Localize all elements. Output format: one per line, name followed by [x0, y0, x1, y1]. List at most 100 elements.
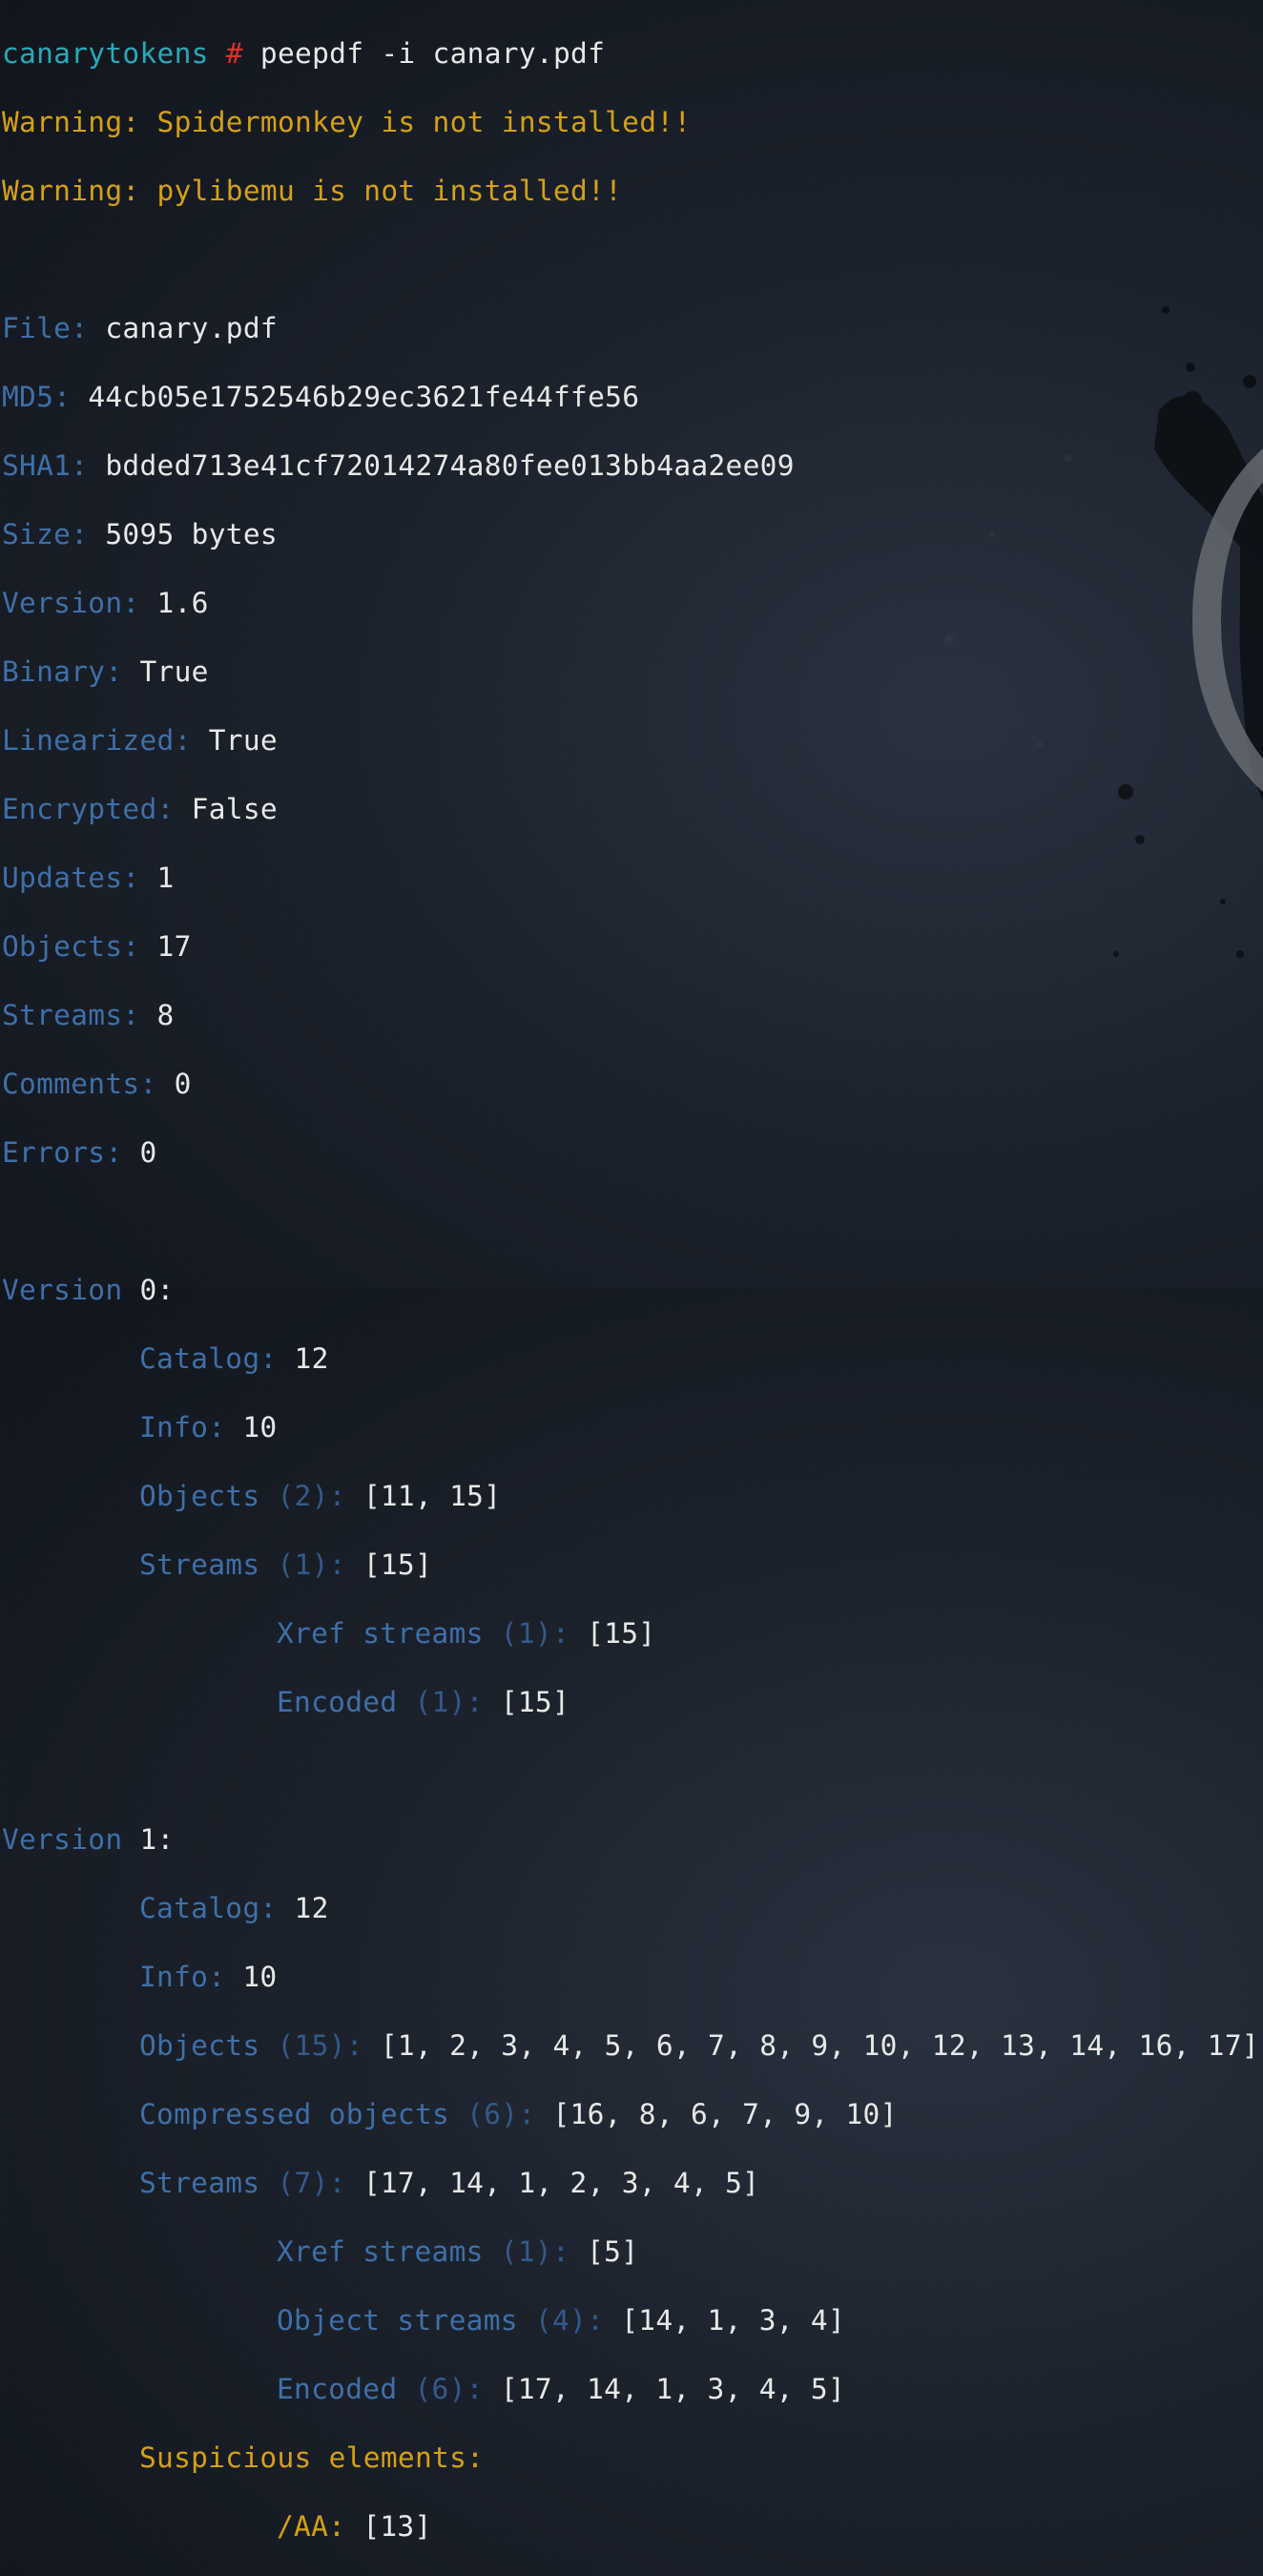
- aa-key: /AA:: [277, 2510, 346, 2543]
- v0-objects-line: Objects (2): [11, 15]: [2, 1479, 1259, 1513]
- v0-catalog-line: Catalog: 12: [2, 1341, 1259, 1376]
- version-1-header: Version 1:: [2, 1822, 1259, 1857]
- compressed-objects-value: [16, 8, 6, 7, 9, 10]: [552, 2098, 898, 2130]
- encoded-value: [17, 14, 1, 3, 4, 5]: [500, 2373, 846, 2405]
- command-text: peepdf -i canary.pdf: [259, 37, 606, 70]
- v1-catalog-line: Catalog: 12: [2, 1891, 1259, 1925]
- summary-key: Linearized:: [2, 724, 192, 757]
- summary-key: Version:: [2, 587, 140, 619]
- summary-line: Size: 5095 bytes: [2, 517, 1259, 551]
- xref-streams-key: Xref streams: [277, 1617, 484, 1650]
- streams-key: Streams: [139, 2167, 260, 2199]
- objects-value: [11, 15]: [362, 1480, 502, 1512]
- prompt-host: canarytokens: [2, 37, 209, 70]
- suspicious-elements-label: Suspicious elements:: [139, 2441, 485, 2474]
- warning-line: Warning: pylibemu is not installed!!: [2, 175, 623, 207]
- summary-line: MD5: 44cb05e1752546b29ec3621fe44ffe56: [2, 380, 1259, 414]
- summary-key: Streams:: [2, 999, 140, 1031]
- v1-object-streams-line: Object streams (4): [14, 1, 3, 4]: [2, 2303, 1259, 2337]
- summary-value: bdded713e41cf72014274a80fee013bb4aa2ee09: [105, 449, 795, 482]
- v0-streams-line: Streams (1): [15]: [2, 1548, 1259, 1582]
- v1-info-line: Info: 10: [2, 1960, 1259, 1994]
- summary-line: SHA1: bdded713e41cf72014274a80fee013bb4a…: [2, 448, 1259, 483]
- object-streams-value: [14, 1, 3, 4]: [621, 2304, 846, 2337]
- objects-count: (15):: [277, 2029, 363, 2062]
- summary-key: File:: [2, 312, 89, 344]
- streams-count: (1):: [277, 1548, 346, 1581]
- streams-value: [15]: [362, 1548, 433, 1581]
- summary-key: SHA1:: [2, 449, 89, 482]
- v1-xref-streams-line: Xref streams (1): [5]: [2, 2234, 1259, 2269]
- summary-value: False: [191, 793, 278, 825]
- catalog-value: 12: [294, 1342, 329, 1375]
- object-streams-key: Object streams: [277, 2304, 518, 2337]
- summary-value: True: [208, 724, 278, 757]
- summary-key: Errors:: [2, 1136, 123, 1169]
- info-key: Info:: [139, 1411, 226, 1444]
- objects-value: [1, 2, 3, 4, 5, 6, 7, 8, 9, 10, 12, 13, …: [380, 2029, 1259, 2062]
- v1-encoded-line: Encoded (6): [17, 14, 1, 3, 4, 5]: [2, 2372, 1259, 2406]
- summary-line: File: canary.pdf: [2, 311, 1259, 345]
- encoded-count: (1):: [414, 1686, 484, 1718]
- streams-key: Streams: [139, 1548, 260, 1581]
- summary-value: 8: [156, 999, 175, 1031]
- v0-encoded-line: Encoded (1): [15]: [2, 1685, 1259, 1719]
- v0-info-line: Info: 10: [2, 1410, 1259, 1444]
- catalog-key: Catalog:: [139, 1342, 278, 1375]
- summary-line: Encrypted: False: [2, 792, 1259, 826]
- version-0-header: Version 0:: [2, 1273, 1259, 1307]
- summary-key: Encrypted:: [2, 793, 175, 825]
- xref-streams-key: Xref streams: [277, 2235, 484, 2268]
- xref-streams-value: [5]: [587, 2235, 639, 2268]
- summary-line: Updates: 1: [2, 861, 1259, 895]
- v1-objects-line: Objects (15): [1, 2, 3, 4, 5, 6, 7, 8, 9…: [2, 2028, 1259, 2063]
- objects-key: Objects: [139, 1480, 260, 1512]
- objects-count: (2):: [277, 1480, 346, 1512]
- version-number: 0:: [139, 1274, 175, 1306]
- summary-value: 1: [156, 862, 175, 894]
- summary-value: 0: [174, 1068, 192, 1100]
- summary-line: Comments: 0: [2, 1067, 1259, 1101]
- catalog-value: 12: [294, 1892, 329, 1924]
- summary-value: 17: [156, 930, 192, 963]
- summary-value: canary.pdf: [105, 312, 278, 344]
- summary-value: 0: [139, 1136, 157, 1169]
- version-label: Version: [2, 1823, 123, 1856]
- summary-key: Updates:: [2, 862, 140, 894]
- streams-value: [17, 14, 1, 2, 3, 4, 5]: [362, 2167, 760, 2199]
- compressed-objects-key: Compressed objects: [139, 2098, 450, 2130]
- prompt-line: canarytokens # peepdf -i canary.pdf: [2, 36, 1259, 71]
- info-value: 10: [242, 1961, 278, 1993]
- v1-streams-line: Streams (7): [17, 14, 1, 2, 3, 4, 5]: [2, 2166, 1259, 2200]
- summary-key: Size:: [2, 518, 89, 551]
- warning-line: Warning: Spidermonkey is not installed!!: [2, 106, 692, 138]
- prompt-symbol: #: [225, 37, 243, 70]
- encoded-value: [15]: [500, 1686, 570, 1718]
- summary-key: Binary:: [2, 655, 123, 688]
- xref-streams-count: (1):: [500, 1617, 570, 1650]
- summary-line: Version: 1.6: [2, 586, 1259, 620]
- summary-line: Linearized: True: [2, 723, 1259, 758]
- summary-value: 1.6: [156, 587, 209, 619]
- xref-streams-value: [15]: [587, 1617, 656, 1650]
- summary-key: Comments:: [2, 1068, 157, 1100]
- v1-compressed-line: Compressed objects (6): [16, 8, 6, 7, 9,…: [2, 2097, 1259, 2131]
- catalog-key: Catalog:: [139, 1892, 278, 1924]
- summary-value: True: [139, 655, 209, 688]
- terminal-output[interactable]: canarytokens # peepdf -i canary.pdf Warn…: [2, 2, 1259, 2576]
- object-streams-count: (4):: [534, 2304, 605, 2337]
- encoded-key: Encoded: [277, 1686, 398, 1718]
- encoded-count: (6):: [414, 2373, 484, 2405]
- suspicious-aa-line: /AA: [13]: [2, 2509, 1259, 2544]
- summary-line: Binary: True: [2, 654, 1259, 689]
- summary-value: 5095 bytes: [105, 518, 278, 551]
- version-number: 1:: [139, 1823, 175, 1856]
- summary-line: Objects: 17: [2, 929, 1259, 964]
- v0-xref-streams-line: Xref streams (1): [15]: [2, 1616, 1259, 1651]
- encoded-key: Encoded: [277, 2373, 398, 2405]
- info-key: Info:: [139, 1961, 226, 1993]
- xref-streams-count: (1):: [500, 2235, 570, 2268]
- objects-key: Objects: [139, 2029, 260, 2062]
- summary-value: 44cb05e1752546b29ec3621fe44ffe56: [88, 381, 640, 413]
- version-label: Version: [2, 1274, 123, 1306]
